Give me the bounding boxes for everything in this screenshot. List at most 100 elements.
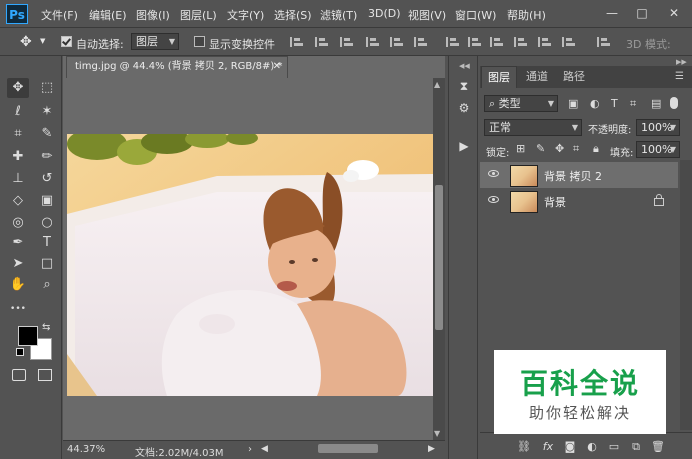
tab-paths[interactable]: 路径 <box>556 66 592 88</box>
vertical-scroll-thumb[interactable] <box>435 185 443 330</box>
new-layer-icon[interactable]: ⧉ <box>628 440 644 454</box>
layer-name[interactable]: 背景 拷贝 2 <box>544 168 602 184</box>
filter-type-icon[interactable]: T <box>611 97 618 110</box>
scroll-down-icon[interactable]: ▼ <box>434 429 440 438</box>
auto-select-checkbox[interactable] <box>61 36 72 47</box>
gradient-tool[interactable]: ▣ <box>36 191 58 211</box>
default-colors-icon[interactable] <box>16 348 24 356</box>
rectangle-tool[interactable]: □ <box>36 254 58 274</box>
lock-image-icon[interactable]: ✎ <box>536 142 545 155</box>
healing-brush-tool[interactable]: ✚ <box>7 147 29 167</box>
foreground-color-swatch[interactable] <box>18 326 38 346</box>
minimize-button[interactable]: — <box>600 4 624 22</box>
layer-row[interactable]: 背景 拷贝 2 <box>480 162 678 188</box>
lasso-tool[interactable]: ℓ <box>7 102 29 122</box>
crop-tool[interactable]: ⌗ <box>7 124 29 144</box>
menu-window[interactable]: 窗口(W) <box>455 7 496 23</box>
document-tab[interactable]: timg.jpg @ 44.4% (背景 拷贝 2, RGB/8#) * ✕ <box>66 56 288 78</box>
scroll-up-icon[interactable]: ▲ <box>434 80 440 89</box>
lock-artboard-icon[interactable]: ⌗ <box>573 142 579 156</box>
align-bottom-icon[interactable] <box>414 37 428 47</box>
history-brush-tool[interactable]: ↺ <box>36 169 58 189</box>
distribute-top-icon[interactable] <box>446 37 460 47</box>
distribute-right-icon[interactable] <box>562 37 576 47</box>
menu-layer[interactable]: 图层(L) <box>180 7 217 23</box>
horizontal-scroll-thumb[interactable] <box>318 444 378 453</box>
filter-smart-object-icon[interactable]: ▤ <box>651 97 661 110</box>
menu-image[interactable]: 图像(I) <box>136 7 170 23</box>
layer-filter-dropdown[interactable]: ⌕ 类型 ▼ <box>484 95 558 112</box>
align-middle-icon[interactable] <box>390 37 404 47</box>
distribute-middle-icon[interactable] <box>468 37 482 47</box>
eye-icon[interactable] <box>488 170 499 177</box>
fx-icon[interactable]: fx <box>540 440 556 453</box>
status-menu-icon[interactable]: › <box>248 444 252 455</box>
hand-tool[interactable]: ✋ <box>7 275 29 295</box>
filter-adjustment-icon[interactable]: ◐ <box>590 97 600 110</box>
swap-colors-icon[interactable]: ⇆ <box>42 322 50 333</box>
align-top-icon[interactable] <box>366 37 380 47</box>
menu-3d[interactable]: 3D(D) <box>368 7 401 20</box>
path-selection-tool[interactable]: ➤ <box>7 254 29 274</box>
link-icon[interactable]: ⛓ <box>516 440 532 453</box>
align-left-icon[interactable] <box>290 37 304 47</box>
scroll-left-icon[interactable]: ◀ <box>261 444 268 454</box>
panel-menu-icon[interactable]: ☰ <box>675 71 684 82</box>
menu-select[interactable]: 选择(S) <box>274 7 312 23</box>
filter-pixel-icon[interactable]: ▣ <box>568 97 578 110</box>
menu-help[interactable]: 帮助(H) <box>507 7 546 23</box>
zoom-tool[interactable]: ⌕ <box>36 275 58 295</box>
mask-icon[interactable]: ◙ <box>562 440 578 453</box>
lock-all-icon[interactable]: 🔒︎ <box>593 142 599 156</box>
eraser-tool[interactable]: ◇ <box>7 191 29 211</box>
blend-mode-dropdown[interactable]: 正常 ▼ <box>484 119 582 136</box>
menu-view[interactable]: 视图(V) <box>408 7 446 23</box>
marquee-tool[interactable]: ⬚ <box>36 78 58 98</box>
collapse-dock-icon[interactable]: ◀◀ <box>459 62 470 70</box>
history-panel-icon[interactable]: ⧗ <box>456 78 472 94</box>
eye-icon[interactable] <box>488 196 499 203</box>
menu-edit[interactable]: 编辑(E) <box>89 7 127 23</box>
align-center-icon[interactable] <box>315 37 329 47</box>
play-actions-icon[interactable]: ▶ <box>456 138 472 154</box>
scroll-right-icon[interactable]: ▶ <box>428 444 435 454</box>
lock-position-icon[interactable]: ✥ <box>555 142 564 155</box>
menu-filter[interactable]: 滤镜(T) <box>320 7 357 23</box>
dodge-tool[interactable]: ○ <box>36 213 58 233</box>
auto-align-icon[interactable] <box>597 37 611 47</box>
quick-mask-icon[interactable] <box>12 369 26 381</box>
blur-tool[interactable]: ◎ <box>7 213 29 233</box>
group-icon[interactable]: ▭ <box>606 440 622 453</box>
trash-icon[interactable]: 🗑︎ <box>650 440 666 453</box>
move-tool[interactable]: ✥ <box>7 78 29 98</box>
distribute-center-icon[interactable] <box>538 37 552 47</box>
screen-mode-icon[interactable] <box>38 369 52 381</box>
type-tool[interactable]: T <box>36 233 58 253</box>
menu-type[interactable]: 文字(Y) <box>227 7 264 23</box>
filter-shape-icon[interactable]: ⌗ <box>630 97 636 111</box>
magic-wand-tool[interactable]: ✶ <box>36 102 58 122</box>
chevron-down-icon[interactable]: ▼ <box>40 37 45 45</box>
brush-tool[interactable]: ✏ <box>36 147 58 167</box>
image-canvas[interactable] <box>67 134 433 396</box>
clone-stamp-tool[interactable]: ⊥ <box>7 169 29 189</box>
close-tab-icon[interactable]: ✕ <box>273 57 281 77</box>
close-button[interactable]: ✕ <box>662 4 686 22</box>
more-tools[interactable]: ••• <box>7 299 29 319</box>
align-right-icon[interactable] <box>340 37 354 47</box>
auto-select-dropdown[interactable]: 图层 ▼ <box>131 33 179 50</box>
adjustment-icon[interactable]: ◐ <box>584 440 600 453</box>
distribute-left-icon[interactable] <box>514 37 528 47</box>
layer-name[interactable]: 背景 <box>544 194 566 210</box>
opacity-field[interactable]: 100% ▼ <box>636 119 680 136</box>
layer-row[interactable]: 背景 <box>480 188 678 214</box>
properties-panel-icon[interactable]: ⚙ <box>456 100 472 116</box>
lock-transparent-icon[interactable]: ⊞ <box>516 142 525 155</box>
move-tool-icon[interactable]: ✥ <box>20 34 32 50</box>
show-transform-checkbox[interactable] <box>194 36 205 47</box>
filter-toggle-icon[interactable] <box>670 97 678 109</box>
tab-channels[interactable]: 通道 <box>519 66 555 88</box>
collapse-panel-icon[interactable]: ▶▶ <box>676 58 687 66</box>
pen-tool[interactable]: ✒ <box>7 233 29 253</box>
zoom-level[interactable]: 44.37% <box>67 444 105 455</box>
